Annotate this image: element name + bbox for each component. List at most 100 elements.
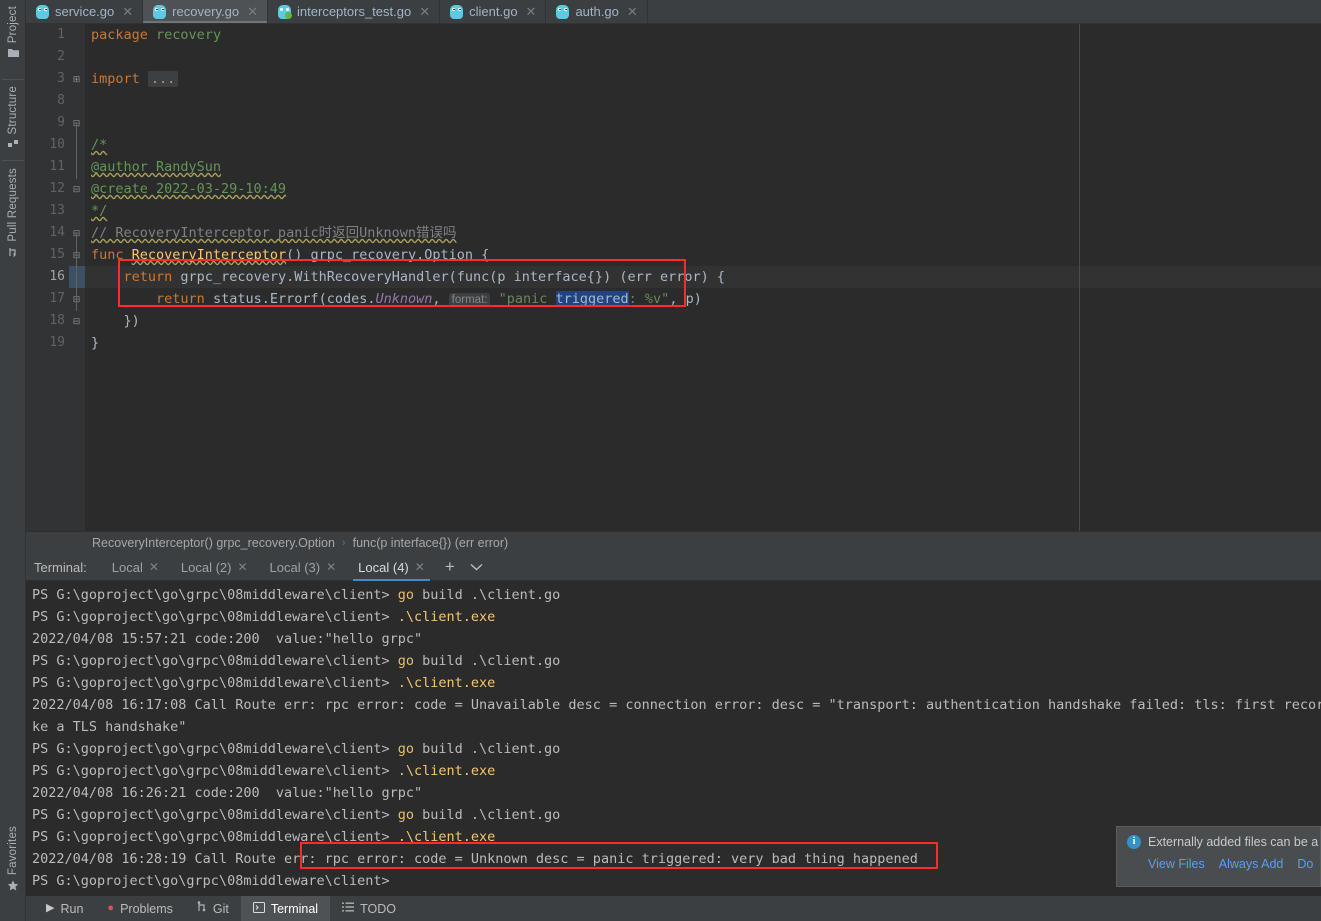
terminal-tab-local[interactable]: Local ✕	[101, 554, 170, 581]
status-item-label: Terminal	[270, 901, 319, 916]
status-bar: ▶ Run ● Problems Git Terminal TODO	[26, 896, 1321, 921]
status-item-run[interactable]: ▶ Run	[34, 896, 95, 921]
close-icon[interactable]: ✕	[122, 4, 133, 20]
breadcrumb-item-closure[interactable]: func(p interface{}) (err error)	[353, 536, 509, 550]
status-item-git[interactable]: Git	[185, 896, 241, 921]
sidebar-item-label: Pull Requests	[7, 168, 19, 242]
line-number: 8	[57, 93, 65, 108]
close-icon[interactable]: ✕	[149, 560, 159, 574]
terminal-line: PS G:\goproject\go\grpc\08middleware\cli…	[32, 675, 496, 691]
go-file-icon	[450, 4, 464, 19]
tab-label: service.go	[55, 4, 115, 19]
status-item-todo[interactable]: TODO	[330, 896, 408, 921]
chevron-down-icon[interactable]	[464, 560, 489, 574]
strip-divider	[2, 79, 24, 80]
tab-label: auth.go	[575, 4, 619, 19]
terminal-line: 2022/04/08 16:26:21 code:200 value:"hell…	[32, 785, 423, 801]
sidebar-item-label: Project	[7, 6, 19, 44]
code-line-14: func RecoveryInterceptor() grpc_recovery…	[91, 247, 490, 263]
close-icon[interactable]: ✕	[247, 4, 258, 20]
notification-popup[interactable]: i Externally added files can be a View F…	[1116, 826, 1321, 887]
tab-interceptors-test-go[interactable]: interceptors_test.go ✕	[268, 0, 441, 23]
add-terminal-button[interactable]: +	[436, 557, 464, 577]
line-number-current: 16	[49, 269, 65, 284]
sidebar-item-project[interactable]: Project	[0, 6, 26, 60]
line-number: 12	[49, 181, 65, 196]
fold-expand-icon[interactable]: ⊞	[71, 68, 82, 90]
right-margin-guide	[1079, 24, 1080, 531]
sidebar-item-pull-requests[interactable]: Pull Requests	[0, 168, 26, 261]
tab-recovery-go[interactable]: recovery.go ✕	[143, 0, 269, 23]
line-number: 3	[57, 71, 65, 86]
breadcrumb: RecoveryInterceptor() grpc_recovery.Opti…	[26, 531, 1321, 554]
status-item-label: Git	[212, 901, 229, 916]
go-test-file-icon	[278, 4, 293, 19]
status-item-label: Run	[60, 901, 84, 916]
terminal-tab-local-3[interactable]: Local (3) ✕	[259, 554, 348, 581]
close-icon[interactable]: ✕	[326, 560, 336, 574]
line-number: 15	[49, 247, 65, 262]
ide-window: Project Structure Pull Requests Favorite…	[0, 0, 1321, 921]
line-number: 1	[57, 27, 65, 42]
git-branch-icon	[197, 901, 207, 916]
close-icon[interactable]: ✕	[415, 560, 425, 574]
go-file-icon	[36, 4, 49, 19]
tab-auth-go[interactable]: auth.go ✕	[546, 0, 648, 23]
fold-collapse-icon[interactable]: ⊟	[71, 310, 82, 332]
terminal-tab-local-4[interactable]: Local (4) ✕	[347, 554, 436, 581]
code-line-10: @author RandySun	[91, 159, 222, 175]
go-file-icon	[556, 4, 570, 19]
code-line-12: */	[91, 203, 108, 219]
folder-icon	[7, 48, 19, 60]
code-line-15: return grpc_recovery.WithRecoveryHandler…	[123, 269, 725, 285]
notification-actions: View Files Always Add Do	[1127, 857, 1313, 871]
terminal-tab-label: Local	[111, 559, 143, 575]
go-file-icon	[153, 4, 167, 19]
line-number: 11	[49, 159, 65, 174]
close-icon[interactable]: ✕	[526, 4, 537, 20]
tab-label: client.go	[469, 4, 518, 19]
close-icon[interactable]: ✕	[627, 4, 638, 20]
view-files-link[interactable]: View Files	[1148, 857, 1205, 871]
terminal-panel-label: Terminal:	[34, 559, 87, 575]
terminal-tab-local-2[interactable]: Local (2) ✕	[170, 554, 259, 581]
fold-range-bar	[76, 233, 77, 311]
parameter-hint: format:	[448, 293, 491, 307]
terminal-tab-label: Local (3)	[269, 559, 321, 575]
tab-client-go[interactable]: client.go ✕	[440, 0, 547, 23]
breadcrumb-item-function[interactable]: RecoveryInterceptor() grpc_recovery.Opti…	[92, 536, 335, 550]
code-line-17: })	[123, 313, 140, 329]
always-add-link[interactable]: Always Add	[1219, 857, 1284, 871]
sidebar-item-favorites[interactable]: Favorites	[0, 826, 26, 895]
code-text-area[interactable]: package recovery import ... /* @author R…	[85, 24, 1321, 531]
selected-text: triggered	[555, 291, 629, 307]
todo-icon	[342, 902, 355, 915]
terminal-line: PS G:\goproject\go\grpc\08middleware\cli…	[32, 807, 561, 823]
status-item-problems[interactable]: ● Problems	[95, 896, 184, 921]
terminal-line: PS G:\goproject\go\grpc\08middleware\cli…	[32, 587, 561, 603]
editor-gutter[interactable]: 1 2 3 8 9 10 11 12 13 14 15 16 17 18 19 …	[26, 24, 85, 531]
line-number: 18	[49, 313, 65, 328]
terminal-line: 2022/04/08 15:57:21 code:200 value:"hell…	[32, 631, 423, 647]
code-line-3: import ...	[91, 68, 179, 90]
line-number: 13	[49, 203, 65, 218]
fold-collapse-icon[interactable]: ⊟	[71, 178, 82, 200]
terminal-line: PS G:\goproject\go\grpc\08middleware\cli…	[32, 763, 496, 779]
close-icon[interactable]: ✕	[237, 560, 247, 574]
structure-icon	[7, 139, 19, 151]
star-icon	[7, 880, 19, 895]
status-item-label: TODO	[360, 901, 396, 916]
code-editor[interactable]: 1 2 3 8 9 10 11 12 13 14 15 16 17 18 19 …	[26, 24, 1321, 531]
line-number: 19	[49, 335, 65, 350]
tab-service-go[interactable]: service.go ✕	[26, 0, 144, 23]
tab-label: interceptors_test.go	[297, 4, 412, 19]
dont-ask-link[interactable]: Do	[1297, 857, 1313, 871]
status-item-terminal[interactable]: Terminal	[240, 896, 331, 921]
status-item-label: Problems	[120, 901, 173, 916]
terminal-line: 2022/04/08 16:17:08 Call Route err: rpc …	[32, 697, 1321, 713]
sidebar-item-label: Structure	[7, 86, 19, 135]
collapsed-imports[interactable]: ...	[147, 71, 179, 87]
terminal-line: ke a TLS handshake"	[32, 719, 187, 735]
close-icon[interactable]: ✕	[419, 4, 430, 20]
sidebar-item-structure[interactable]: Structure	[0, 86, 26, 151]
